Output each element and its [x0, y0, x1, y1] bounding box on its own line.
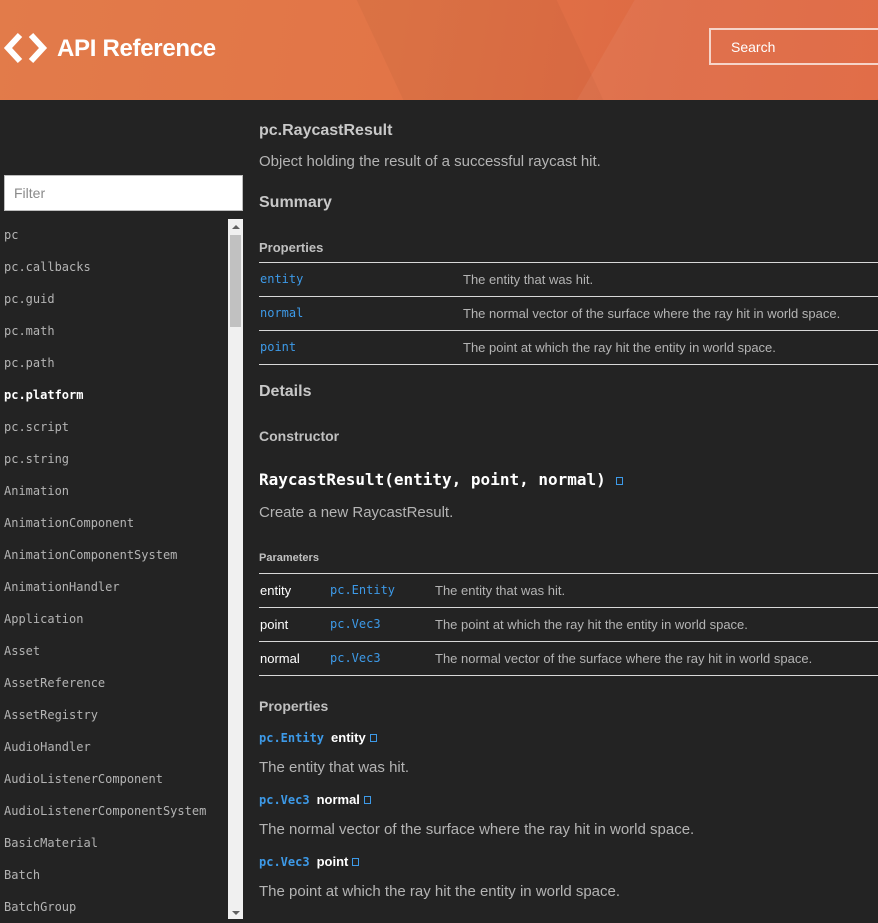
- sidebar: pc pc.callbacks pc.guid pc.math pc.path …: [0, 100, 243, 919]
- summary-property-description: The point at which the ray hit the entit…: [463, 340, 776, 355]
- scroll-down-arrow-icon[interactable]: [232, 911, 240, 915]
- code-brackets-logo-icon[interactable]: [4, 32, 48, 64]
- class-title: pc.RaycastResult: [259, 122, 393, 139]
- divider: [259, 641, 878, 642]
- divider: [259, 330, 878, 331]
- details-properties-heading: Properties: [259, 698, 329, 714]
- source-link-icon[interactable]: [352, 857, 360, 866]
- sidebar-item-pc-string[interactable]: pc.string: [0, 443, 228, 475]
- source-link-icon[interactable]: [369, 733, 377, 742]
- details-heading: Details: [259, 383, 312, 400]
- summary-properties-heading: Properties: [259, 240, 324, 255]
- divider: [259, 675, 878, 676]
- parameter-description: The point at which the ray hit the entit…: [435, 617, 748, 632]
- source-link-icon[interactable]: [363, 795, 371, 804]
- parameter-description: The entity that was hit.: [435, 583, 566, 598]
- parameter-name: normal: [260, 651, 300, 666]
- parameter-type-link[interactable]: pc.Vec3: [330, 651, 381, 665]
- sidebar-item-application[interactable]: Application: [0, 603, 228, 635]
- sidebar-item-animation-component[interactable]: AnimationComponent: [0, 507, 228, 539]
- property-header: pc.Vec3 point: [259, 853, 360, 871]
- property-type-link[interactable]: pc.Vec3: [259, 793, 310, 807]
- sidebar-item-pc-platform[interactable]: pc.platform: [0, 379, 228, 411]
- scroll-up-arrow-icon[interactable]: [232, 225, 240, 229]
- property-header: pc.Vec3 normal: [259, 791, 371, 809]
- parameter-type-link[interactable]: pc.Entity: [330, 583, 395, 597]
- sidebar-item-audio-handler[interactable]: AudioHandler: [0, 731, 228, 763]
- sidebar-item-basic-material[interactable]: BasicMaterial: [0, 827, 228, 859]
- sidebar-item-batch-group[interactable]: BatchGroup: [0, 891, 228, 923]
- summary-property-link[interactable]: normal: [260, 306, 303, 320]
- main-content: pc.RaycastResult Object holding the resu…: [243, 100, 878, 919]
- sidebar-item-asset-registry[interactable]: AssetRegistry: [0, 699, 228, 731]
- filter-input[interactable]: [4, 175, 243, 211]
- property-header: pc.Entity entity: [259, 729, 377, 747]
- source-link-icon[interactable]: [615, 476, 623, 485]
- scrollbar-thumb[interactable]: [230, 235, 241, 327]
- parameter-name: entity: [260, 583, 292, 598]
- class-description: Object holding the result of a successfu…: [259, 153, 601, 170]
- property-name: point: [316, 854, 349, 869]
- page-title[interactable]: API Reference: [57, 34, 216, 64]
- summary-property-description: The normal vector of the surface where t…: [463, 306, 841, 321]
- sidebar-scrollbar[interactable]: [228, 219, 243, 919]
- constructor-description: Create a new RaycastResult.: [259, 504, 454, 521]
- summary-property-link[interactable]: entity: [260, 272, 303, 286]
- divider: [259, 573, 878, 574]
- parameter-description: The normal vector of the surface where t…: [435, 651, 813, 666]
- sidebar-item-batch[interactable]: Batch: [0, 859, 228, 891]
- divider: [259, 364, 878, 365]
- property-description: The entity that was hit.: [259, 759, 410, 776]
- summary-property-link[interactable]: point: [260, 340, 296, 354]
- sidebar-item-audio-listener-component[interactable]: AudioListenerComponent: [0, 763, 228, 795]
- sidebar-item-pc[interactable]: pc: [0, 219, 228, 251]
- property-type-link[interactable]: pc.Entity: [259, 731, 324, 745]
- sidebar-item-animation-handler[interactable]: AnimationHandler: [0, 571, 228, 603]
- property-name: normal: [316, 792, 360, 807]
- property-type-link[interactable]: pc.Vec3: [259, 855, 310, 869]
- constructor-signature: RaycastResult(entity, point, normal): [259, 470, 606, 489]
- divider: [259, 262, 878, 263]
- sidebar-item-pc-guid[interactable]: pc.guid: [0, 283, 228, 315]
- parameter-name: point: [260, 617, 289, 632]
- property-description: The normal vector of the surface where t…: [259, 821, 695, 838]
- parameter-type-link[interactable]: pc.Vec3: [330, 617, 381, 631]
- search-input[interactable]: [709, 28, 878, 65]
- sidebar-item-animation[interactable]: Animation: [0, 475, 228, 507]
- sidebar-nav-list: pc pc.callbacks pc.guid pc.math pc.path …: [0, 219, 228, 923]
- header-bar: API Reference: [0, 0, 878, 100]
- sidebar-item-asset-reference[interactable]: AssetReference: [0, 667, 228, 699]
- property-name: entity: [331, 730, 366, 745]
- divider: [259, 607, 878, 608]
- parameters-heading: Parameters: [259, 552, 319, 564]
- constructor-signature-row: RaycastResult(entity, point, normal): [259, 470, 623, 490]
- summary-property-description: The entity that was hit.: [463, 272, 594, 287]
- sidebar-item-pc-math[interactable]: pc.math: [0, 315, 228, 347]
- sidebar-item-pc-path[interactable]: pc.path: [0, 347, 228, 379]
- sidebar-item-audio-listener-component-system[interactable]: AudioListenerComponentSystem: [0, 795, 228, 827]
- sidebar-item-pc-script[interactable]: pc.script: [0, 411, 228, 443]
- property-description: The point at which the ray hit the entit…: [259, 883, 621, 900]
- sidebar-item-asset[interactable]: Asset: [0, 635, 228, 667]
- divider: [259, 296, 878, 297]
- sidebar-item-pc-callbacks[interactable]: pc.callbacks: [0, 251, 228, 283]
- sidebar-item-animation-component-system[interactable]: AnimationComponentSystem: [0, 539, 228, 571]
- constructor-heading: Constructor: [259, 428, 340, 444]
- summary-heading: Summary: [259, 194, 332, 211]
